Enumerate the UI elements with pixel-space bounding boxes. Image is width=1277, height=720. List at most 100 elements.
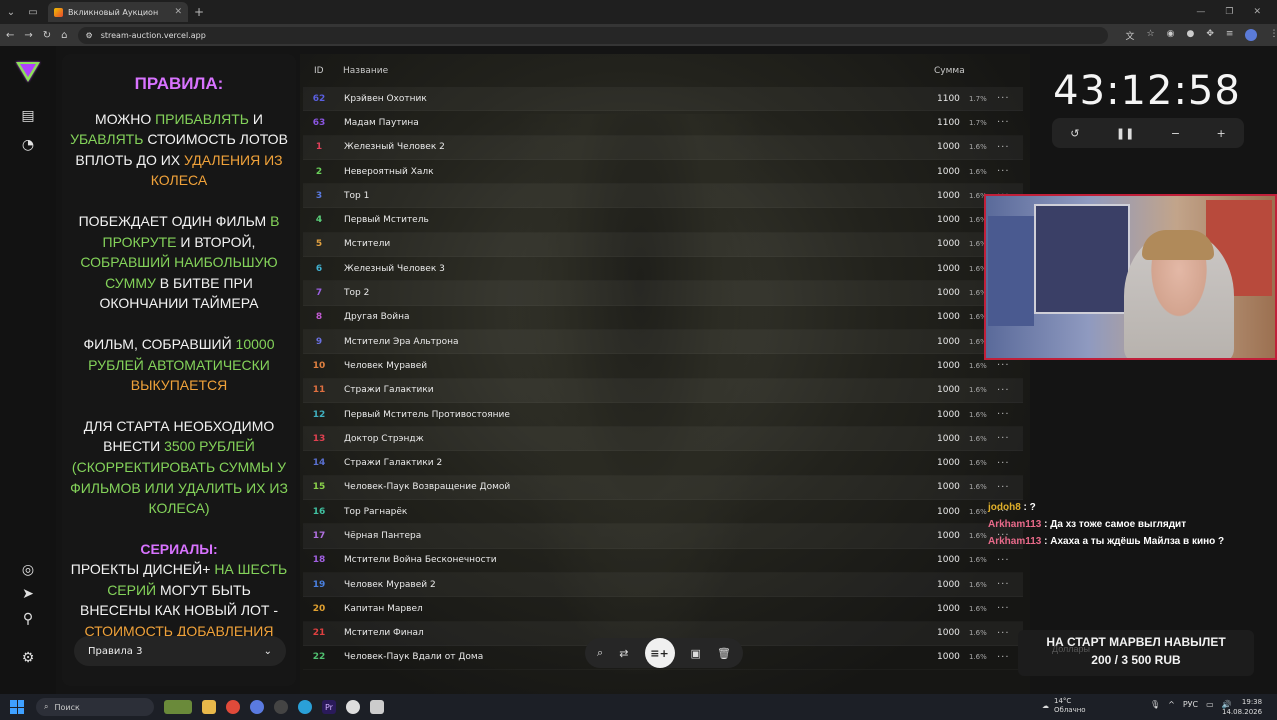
lot-name[interactable]: Мстители xyxy=(344,239,390,249)
app-icon[interactable] xyxy=(346,700,360,714)
close-tab-icon[interactable]: ✕ xyxy=(174,7,182,17)
lot-sum[interactable]: 1000 xyxy=(937,531,960,541)
lot-name[interactable]: Чёрная Пантера xyxy=(344,531,421,541)
network-icon[interactable]: ▭ xyxy=(1206,700,1214,709)
microphone-icon[interactable]: 🎙 xyxy=(1150,700,1160,709)
rules-select[interactable]: Правила 3 ⌄ xyxy=(74,636,286,666)
more-options-icon[interactable]: ··· xyxy=(997,458,1010,469)
sidebar-icon[interactable]: ≡ xyxy=(1226,29,1234,42)
reload-icon[interactable]: ↻ xyxy=(43,30,51,41)
lot-sum[interactable]: 1000 xyxy=(937,264,960,274)
lot-name[interactable]: Мстители Война Бесконечности xyxy=(344,555,497,565)
bookmark-star-icon[interactable]: ☆ xyxy=(1147,29,1155,42)
more-options-icon[interactable]: ··· xyxy=(997,166,1010,177)
more-options-icon[interactable]: ··· xyxy=(997,360,1010,371)
windows-start-icon[interactable] xyxy=(10,700,24,714)
timer-reset-icon[interactable]: ↺ xyxy=(1070,127,1079,140)
table-row[interactable]: 1 Железный Человек 2 1000 1.6% ··· xyxy=(303,135,1023,160)
timer-minus-icon[interactable]: − xyxy=(1171,127,1180,140)
browser-tab[interactable]: Вкликновый Аукцион ✕ xyxy=(48,2,188,22)
lot-name[interactable]: Первый Мститель Противостояние xyxy=(344,410,510,420)
lot-name[interactable]: Человек-Паук Вдали от Дома xyxy=(344,652,483,662)
lot-name[interactable]: Мстители Финал xyxy=(344,628,424,638)
lot-sum[interactable]: 1000 xyxy=(937,142,960,152)
lot-name[interactable]: Стражи Галактики 2 xyxy=(344,458,442,468)
more-options-icon[interactable]: ··· xyxy=(997,385,1010,396)
forward-icon[interactable]: → xyxy=(24,30,32,41)
lot-name[interactable]: Железный Человек 3 xyxy=(344,264,445,274)
table-row[interactable]: 14 Стражи Галактики 2 1000 1.6% ··· xyxy=(303,451,1023,475)
more-options-icon[interactable]: ··· xyxy=(997,142,1010,153)
obs-icon[interactable] xyxy=(274,700,288,714)
lot-sum[interactable]: 1000 xyxy=(937,215,960,225)
app-icon-2[interactable] xyxy=(370,700,384,714)
table-row[interactable]: 8Другая Война10001.6%··· xyxy=(303,306,1023,330)
table-row[interactable]: 15 Человек-Паук Возвращение Домой 1000 1.6%… xyxy=(303,475,1023,501)
table-row[interactable]: 11 Стражи Галактики 1000 1.6% ··· xyxy=(303,378,1023,403)
table-row[interactable]: 12 Первый Мститель Противостояние 1000 1.6%… xyxy=(303,403,1023,427)
lot-name[interactable]: Человек-Паук Возвращение Домой xyxy=(344,482,510,492)
more-options-icon[interactable]: ··· xyxy=(997,117,1010,128)
table-row[interactable]: 4Первый Мститель10001.6%··· xyxy=(303,208,1023,232)
lot-sum[interactable]: 1000 xyxy=(937,628,960,638)
home-icon[interactable]: ⌂ xyxy=(61,30,67,41)
table-row[interactable]: 17 Чёрная Пантера 1000 1.6% ··· xyxy=(303,524,1023,549)
lot-name[interactable]: Железный Человек 2 xyxy=(344,142,445,152)
table-row[interactable]: 18 Мстители Война Бесконечности 1000 1.6% ··… xyxy=(303,549,1023,573)
donation-icon[interactable]: ◎ xyxy=(18,560,38,580)
menu-dots-icon[interactable]: ⋮ xyxy=(1269,29,1277,42)
table-row[interactable]: 63 Мадам Паутина 1100 1.7% ··· xyxy=(303,111,1023,135)
more-options-icon[interactable]: ··· xyxy=(997,579,1010,590)
search-icon[interactable]: ⌕ xyxy=(597,646,603,660)
minimize-icon[interactable]: — xyxy=(1196,7,1205,17)
more-options-icon[interactable]: ··· xyxy=(997,93,1010,104)
table-row[interactable]: 13 Доктор Стрэндж 1000 1.6% ··· xyxy=(303,427,1023,452)
table-row[interactable]: 3Тор 110001.6%··· xyxy=(303,184,1023,209)
taskbar-search[interactable]: ⌕ Поиск xyxy=(36,698,154,716)
lot-sum[interactable]: 1000 xyxy=(937,555,960,565)
lot-sum[interactable]: 1000 xyxy=(937,337,960,347)
trash-icon[interactable]: 🗑 xyxy=(717,647,731,660)
lot-name[interactable]: Тор 2 xyxy=(344,288,369,298)
more-options-icon[interactable]: ··· xyxy=(997,555,1010,566)
shuffle-icon[interactable]: ⇄ xyxy=(619,647,628,660)
table-row[interactable]: 19 Человек Муравей 2 1000 1.6% ··· xyxy=(303,572,1023,598)
music-app-icon[interactable] xyxy=(250,700,264,714)
lot-name[interactable]: Человек Муравей xyxy=(344,361,427,371)
lot-sum[interactable]: 1000 xyxy=(937,410,960,420)
table-row[interactable]: 2 Невероятный Халк 1000 1.6% ··· xyxy=(303,160,1023,184)
more-options-icon[interactable]: ··· xyxy=(997,433,1010,444)
col-sum[interactable]: Сумма xyxy=(934,66,965,76)
table-row[interactable]: 10 Человек Муравей 1000 1.6% ··· xyxy=(303,354,1023,378)
lot-name[interactable]: Другая Война xyxy=(344,312,410,322)
lot-name[interactable]: Капитан Марвел xyxy=(344,604,423,614)
table-row[interactable]: 7Тор 210001.6%··· xyxy=(303,281,1023,306)
extension-icon-2[interactable]: ● xyxy=(1186,29,1194,42)
lot-name[interactable]: Тор 1 xyxy=(344,191,369,201)
lot-name[interactable]: Невероятный Халк xyxy=(344,167,434,177)
lot-sum[interactable]: 1000 xyxy=(937,580,960,590)
maximize-icon[interactable]: ❐ xyxy=(1225,7,1233,17)
lot-sum[interactable]: 1000 xyxy=(937,604,960,614)
file-explorer-icon[interactable] xyxy=(202,700,216,714)
github-icon[interactable]: ⚲ xyxy=(18,609,38,629)
premiere-icon[interactable]: Pr xyxy=(322,700,336,714)
lot-sum[interactable]: 1000 xyxy=(937,288,960,298)
lot-name[interactable]: Крэйвен Охотник xyxy=(344,94,427,104)
close-window-icon[interactable]: ✕ xyxy=(1253,7,1261,17)
chrome-icon[interactable] xyxy=(226,700,240,714)
settings-gear-icon[interactable]: ⚙ xyxy=(18,648,38,668)
profile-avatar[interactable] xyxy=(1245,28,1258,41)
extension-icon[interactable]: ◉ xyxy=(1167,29,1175,42)
more-options-icon[interactable]: ··· xyxy=(997,652,1010,663)
taskbar-weather[interactable]: ☁ 14°C Облачно xyxy=(1042,697,1086,715)
more-options-icon[interactable]: ··· xyxy=(997,409,1010,420)
lot-name[interactable]: Первый Мститель xyxy=(344,215,429,225)
table-row[interactable]: 20 Капитан Марвел 1000 1.6% ··· xyxy=(303,597,1023,621)
lot-sum[interactable]: 1100 xyxy=(937,118,960,128)
lot-name[interactable]: Мадам Паутина xyxy=(344,118,419,128)
table-row[interactable]: 16 Тор Рагнарёк 1000 1.6% ··· xyxy=(303,500,1023,524)
lot-sum[interactable]: 1000 xyxy=(937,239,960,249)
extensions-puzzle-icon[interactable]: ✥ xyxy=(1206,29,1214,42)
lot-sum[interactable]: 1000 xyxy=(937,361,960,371)
